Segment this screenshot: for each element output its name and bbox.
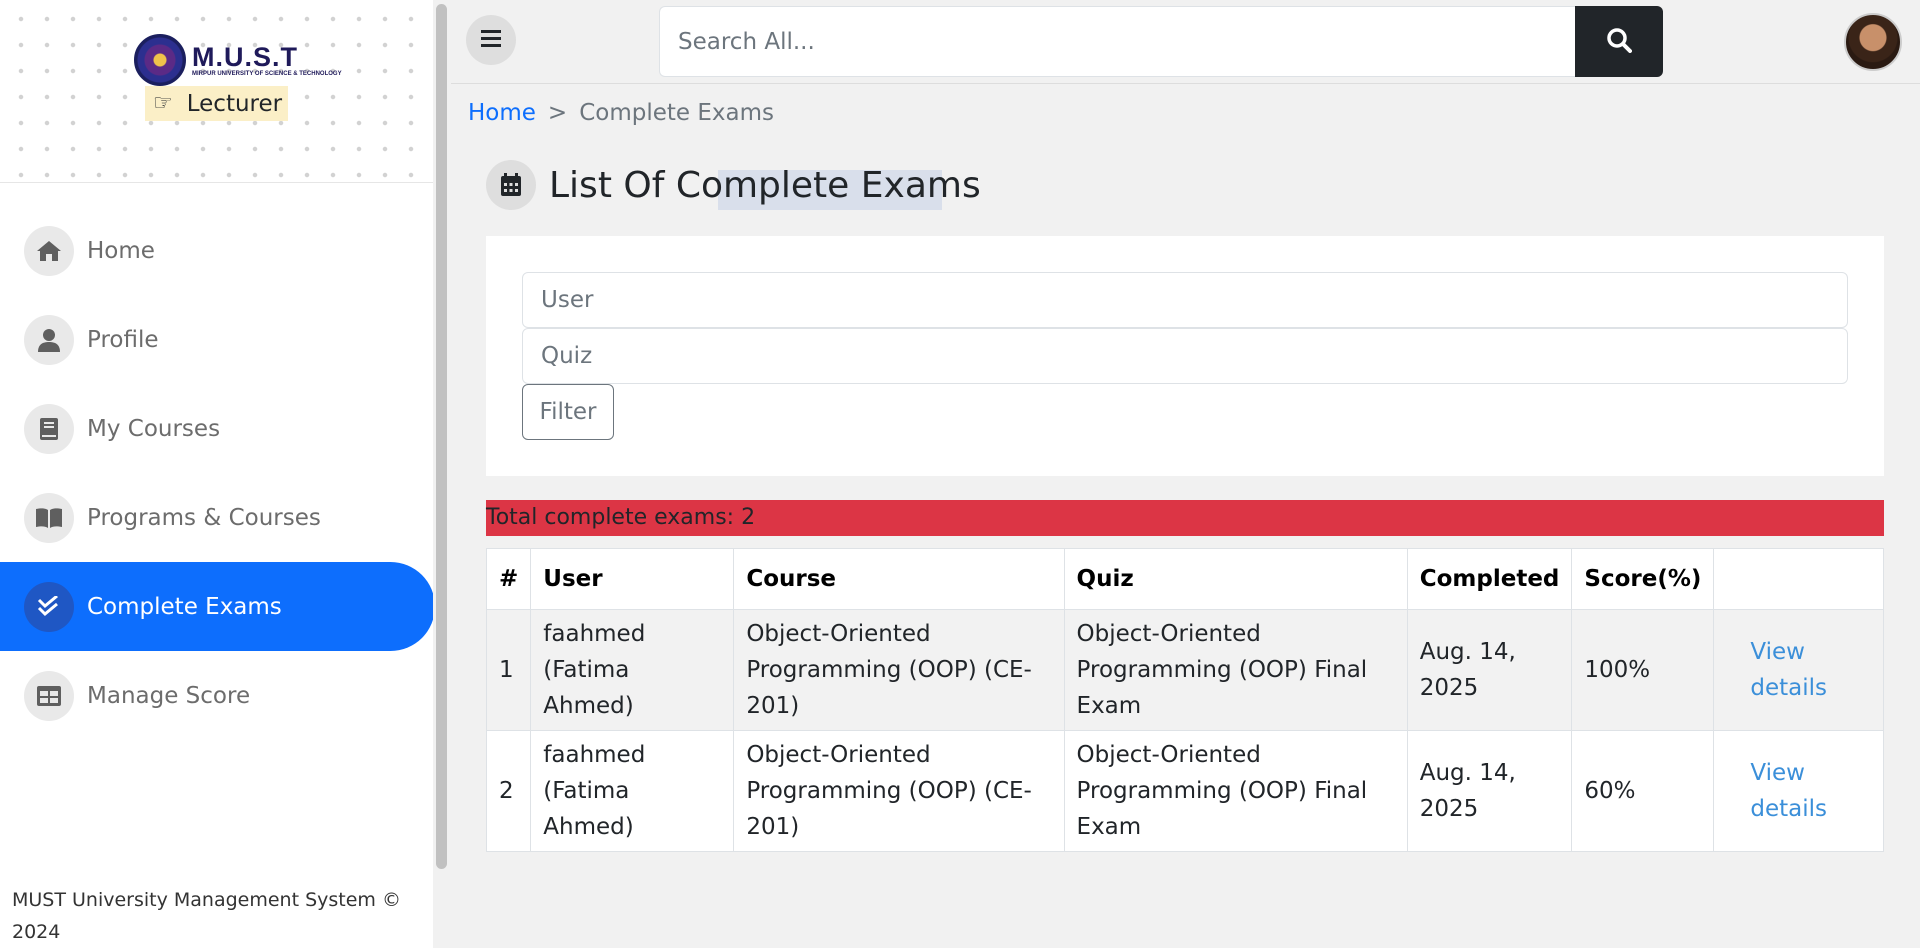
- complete-exams-table: # User Course Quiz Completed Score(%) 1 …: [485, 548, 1884, 852]
- table-row: 2 faahmed (Fatima Ahmed) Object-Oriented…: [485, 730, 1884, 852]
- view-details-link[interactable]: View details: [1726, 755, 1871, 827]
- sidebar-item-complete-exams[interactable]: Complete Exams: [0, 562, 435, 651]
- role-label: Lecturer: [186, 90, 283, 117]
- user-filter-input[interactable]: [522, 272, 1848, 328]
- sidebar-item-label: Programs & Courses: [87, 504, 321, 531]
- sidebar-item-my-courses[interactable]: My Courses: [0, 384, 435, 473]
- user-cell: faahmed (Fatima Ahmed): [530, 730, 735, 852]
- action-cell: View details: [1713, 730, 1884, 852]
- table-icon: [24, 670, 74, 721]
- score-cell: 60%: [1571, 730, 1715, 852]
- row-number: 2: [485, 730, 532, 852]
- calendar-icon: [486, 160, 536, 210]
- column-header: Quiz: [1063, 548, 1408, 610]
- home-icon: [24, 225, 74, 276]
- row-number: 1: [485, 609, 532, 731]
- open-book-icon: [24, 492, 74, 543]
- sidebar-footer: MUST University Management System © 2024: [12, 889, 401, 943]
- sidebar: M.U.S.T MIRPUR UNIVERSITY OF SCIENCE & T…: [0, 0, 435, 948]
- double-check-icon: [24, 581, 74, 632]
- sidebar-item-home[interactable]: Home: [0, 206, 435, 295]
- user-avatar[interactable]: [1844, 13, 1902, 71]
- completed-cell: Aug. 14, 2025: [1406, 609, 1573, 731]
- sidebar-item-label: Manage Score: [87, 682, 251, 709]
- score-cell: 100%: [1571, 609, 1715, 731]
- sidebar-item-label: Profile: [87, 326, 159, 353]
- logo-title: M.U.S.T: [192, 42, 298, 72]
- sidebar-item-label: Complete Exams: [87, 593, 282, 620]
- quiz-filter-input[interactable]: [522, 328, 1848, 384]
- logo-subtitle: MIRPUR UNIVERSITY OF SCIENCE & TECHNOLOG…: [192, 71, 342, 77]
- university-seal-icon: [134, 34, 186, 86]
- breadcrumb-current: Complete Exams: [579, 100, 774, 126]
- breadcrumb-separator: >: [547, 100, 568, 126]
- page-title: List Of Complete Exams: [549, 164, 981, 206]
- user-icon: [24, 314, 74, 365]
- column-header: User: [530, 548, 735, 610]
- sidebar-item-programs-courses[interactable]: Programs & Courses: [0, 473, 435, 562]
- user-cell: faahmed (Fatima Ahmed): [530, 609, 735, 731]
- sidebar-item-manage-score[interactable]: Manage Score: [0, 651, 435, 740]
- column-header: Course: [733, 548, 1065, 610]
- book-icon: [24, 403, 74, 454]
- hamburger-icon: [481, 29, 501, 51]
- table-header-row: # User Course Quiz Completed Score(%): [485, 548, 1884, 610]
- page-header: List Of Complete Exams: [486, 160, 981, 210]
- search-button[interactable]: [1575, 6, 1663, 77]
- quiz-cell: Object-Oriented Programming (OOP) Final …: [1063, 609, 1408, 731]
- total-complete-exams-banner: Total complete exams: 2: [486, 500, 1884, 536]
- filter-button[interactable]: Filter: [522, 384, 614, 440]
- action-cell: View details: [1713, 609, 1884, 731]
- sidebar-item-label: Home: [87, 237, 155, 264]
- search-icon: [1606, 27, 1632, 57]
- breadcrumb-home-link[interactable]: Home: [468, 100, 536, 126]
- view-details-link[interactable]: View details: [1726, 634, 1871, 706]
- menu-toggle-button[interactable]: [466, 15, 516, 65]
- column-header: Score(%): [1571, 548, 1715, 610]
- column-header: Completed: [1406, 548, 1573, 610]
- role-badge: ☞ Lecturer: [145, 86, 289, 121]
- brand-header: M.U.S.T MIRPUR UNIVERSITY OF SCIENCE & T…: [0, 0, 435, 183]
- completed-cell: Aug. 14, 2025: [1406, 730, 1573, 852]
- search-input[interactable]: [659, 6, 1575, 77]
- table-row: 1 faahmed (Fatima Ahmed) Object-Oriented…: [485, 609, 1884, 731]
- pointing-hand-icon: ☞: [153, 91, 173, 116]
- course-cell: Object-Oriented Programming (OOP) (CE-20…: [733, 730, 1065, 852]
- search-bar: [659, 6, 1663, 77]
- sidebar-item-profile[interactable]: Profile: [0, 295, 435, 384]
- column-header: #: [485, 548, 532, 610]
- top-bar: [451, 0, 1920, 84]
- filter-form: Filter: [486, 236, 1884, 476]
- breadcrumb: Home > Complete Exams: [468, 100, 774, 126]
- sidebar-item-label: My Courses: [87, 415, 221, 442]
- sidebar-scrollbar[interactable]: [433, 0, 450, 948]
- sidebar-nav: Home Profile My Courses Programs & Cours…: [0, 206, 435, 740]
- column-header: [1713, 548, 1884, 610]
- quiz-cell: Object-Oriented Programming (OOP) Final …: [1063, 730, 1408, 852]
- university-logo[interactable]: M.U.S.T MIRPUR UNIVERSITY OF SCIENCE & T…: [134, 34, 342, 86]
- scrollbar-thumb[interactable]: [436, 4, 447, 869]
- course-cell: Object-Oriented Programming (OOP) (CE-20…: [733, 609, 1065, 731]
